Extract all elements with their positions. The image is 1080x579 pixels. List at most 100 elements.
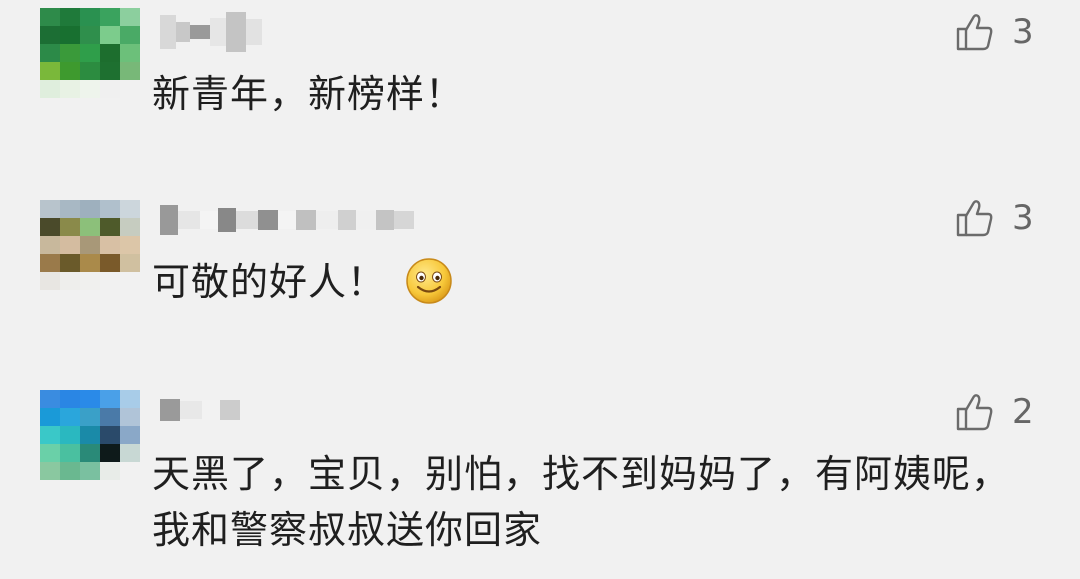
avatar-pixel xyxy=(120,8,140,26)
like-button[interactable]: 3 xyxy=(952,194,1034,242)
avatar-pixel xyxy=(40,272,60,290)
avatar-pixel xyxy=(100,272,120,290)
avatar-pixel xyxy=(100,390,120,408)
avatar-pixel xyxy=(80,426,100,444)
thumbs-up-icon xyxy=(956,394,993,431)
avatar-pixel xyxy=(40,218,60,236)
avatar[interactable] xyxy=(40,390,140,480)
avatar-pixel xyxy=(60,62,80,80)
avatar-pixel xyxy=(40,462,60,480)
avatar-pixel xyxy=(60,236,80,254)
username-mosaic-block xyxy=(190,25,210,39)
thumbs-up-icon xyxy=(956,200,993,237)
avatar-pixel xyxy=(60,80,80,98)
avatar-pixel xyxy=(100,444,120,462)
avatar[interactable] xyxy=(40,8,140,98)
username-blurred[interactable] xyxy=(160,12,262,52)
username-mosaic-block xyxy=(180,401,202,419)
username-mosaic-block xyxy=(226,12,246,52)
avatar-pixel xyxy=(80,62,100,80)
avatar-pixel xyxy=(80,218,100,236)
avatar-pixel xyxy=(120,272,140,290)
username-mosaic-block xyxy=(160,205,178,235)
avatar-pixel xyxy=(40,236,60,254)
username-mosaic-block xyxy=(338,210,356,230)
username-mosaic-block xyxy=(220,400,240,420)
avatar-pixel xyxy=(100,44,120,62)
username-mosaic-block xyxy=(246,19,262,45)
avatar-pixel xyxy=(60,272,80,290)
avatar-pixel xyxy=(80,462,100,480)
avatar-pixel xyxy=(120,408,140,426)
comment-text: 新青年，新榜样！ xyxy=(152,72,465,116)
avatar-pixel xyxy=(40,8,60,26)
username-mosaic-block xyxy=(394,211,414,229)
username-mosaic-block xyxy=(178,211,200,229)
avatar-pixel xyxy=(100,200,120,218)
avatar-pixel xyxy=(120,200,140,218)
avatar-pixel xyxy=(80,200,100,218)
avatar-pixel xyxy=(60,444,80,462)
username-blurred[interactable] xyxy=(160,390,240,428)
avatar-pixel xyxy=(40,254,60,272)
avatar-pixel xyxy=(120,236,140,254)
username-mosaic-block xyxy=(376,210,394,230)
avatar-pixel xyxy=(80,44,100,62)
avatar-pixel xyxy=(120,44,140,62)
avatar-pixel xyxy=(80,254,100,272)
thumbs-up-icon xyxy=(956,14,993,51)
like-count: 3 xyxy=(1012,12,1034,52)
avatar-pixel xyxy=(40,200,60,218)
avatar-pixel xyxy=(80,236,100,254)
comment-text: 可敬的好人！ xyxy=(152,254,1012,310)
username-mosaic-block xyxy=(356,211,376,229)
avatar-pixel xyxy=(60,462,80,480)
avatar-pixel xyxy=(60,390,80,408)
avatar-pixel xyxy=(120,80,140,98)
like-count: 3 xyxy=(1012,198,1034,238)
avatar-pixel xyxy=(100,408,120,426)
avatar-pixel xyxy=(120,444,140,462)
username-mosaic-block xyxy=(258,210,278,230)
username-mosaic-block xyxy=(160,15,176,49)
avatar-pixel xyxy=(80,408,100,426)
avatar-pixel xyxy=(120,62,140,80)
avatar-pixel xyxy=(60,254,80,272)
username-mosaic-block xyxy=(202,400,220,420)
username-mosaic-block xyxy=(210,18,226,46)
avatar-pixel xyxy=(40,44,60,62)
avatar-pixel xyxy=(120,254,140,272)
avatar-pixel xyxy=(40,408,60,426)
like-button[interactable]: 3 xyxy=(952,8,1034,56)
avatar-pixel xyxy=(100,236,120,254)
comment-text: 天黑了，宝贝，别怕，找不到妈妈了，有阿姨呢，我和警察叔叔送你回家 xyxy=(152,452,1011,552)
avatar-pixel xyxy=(40,444,60,462)
username-mosaic-block xyxy=(218,208,236,232)
avatar-pixel xyxy=(60,426,80,444)
like-button[interactable]: 2 xyxy=(952,388,1034,436)
avatar-pixel xyxy=(60,218,80,236)
avatar-pixel xyxy=(100,8,120,26)
avatar-pixel xyxy=(100,26,120,44)
username-mosaic-block xyxy=(176,22,190,42)
avatar-pixel xyxy=(80,272,100,290)
avatar-pixel xyxy=(100,254,120,272)
username-mosaic-block xyxy=(296,210,316,230)
username-mosaic-block xyxy=(278,211,296,229)
avatar-pixel xyxy=(100,218,120,236)
avatar-pixel xyxy=(60,200,80,218)
avatar-pixel xyxy=(80,8,100,26)
username-mosaic-block xyxy=(160,399,180,421)
username-mosaic-block xyxy=(316,211,338,229)
username-mosaic-block xyxy=(236,211,258,229)
avatar-pixel xyxy=(60,8,80,26)
avatar-pixel xyxy=(40,426,60,444)
avatar-pixel xyxy=(80,80,100,98)
avatar-pixel xyxy=(120,426,140,444)
avatar[interactable] xyxy=(40,200,140,290)
like-count: 2 xyxy=(1012,392,1034,432)
avatar-pixel xyxy=(60,26,80,44)
avatar-pixel xyxy=(80,444,100,462)
avatar-pixel xyxy=(80,26,100,44)
username-blurred[interactable] xyxy=(160,200,414,238)
